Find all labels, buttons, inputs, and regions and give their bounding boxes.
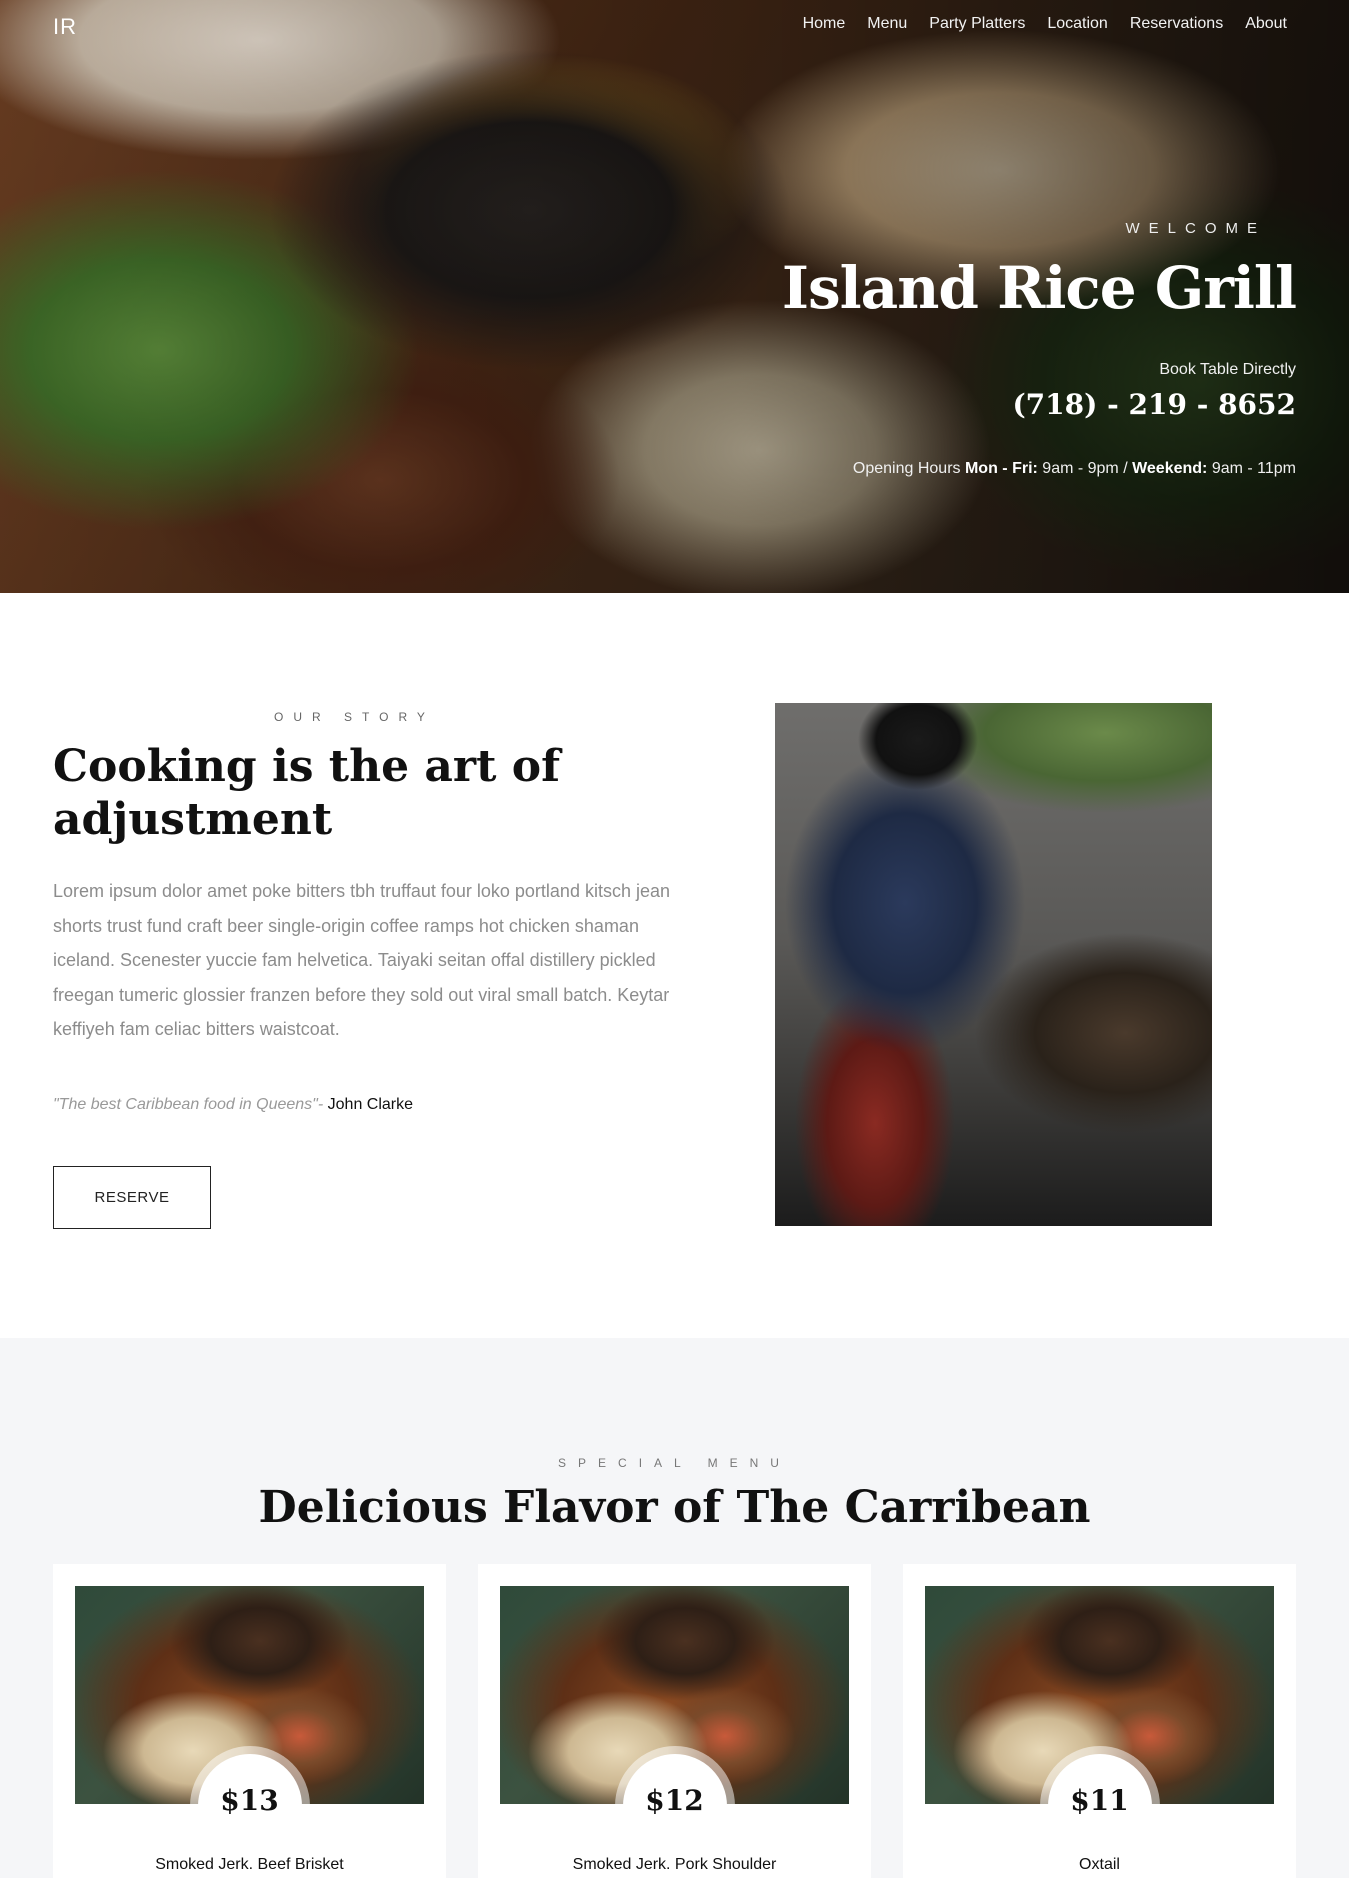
menu-card[interactable]: $11 Oxtail — [903, 1564, 1296, 1878]
main-nav: Home Menu Party Platters Location Reserv… — [803, 15, 1287, 33]
site-title: Island Rice Grill — [781, 254, 1297, 322]
story-body: Lorem ipsum dolor amet poke bitters tbh … — [53, 881, 670, 1039]
phone-number[interactable]: (718) - 219 - 8652 — [1012, 388, 1296, 421]
chef-grilling-photo — [775, 703, 1212, 1226]
nav-about[interactable]: About — [1245, 15, 1287, 33]
menu-card[interactable]: $13 Smoked Jerk. Beef Brisket — [53, 1564, 446, 1878]
reserve-button[interactable]: RESERVE — [53, 1166, 211, 1229]
price-badge: $11 — [1047, 1754, 1152, 1858]
menu-eyebrow: SPECIAL MENU — [558, 1456, 791, 1470]
nav-home[interactable]: Home — [803, 15, 846, 33]
testimonial-quote: "The best Caribbean food in Queens"- Joh… — [53, 1096, 413, 1114]
dish-name: Smoked Jerk. Pork Shoulder — [572, 1856, 777, 1873]
nav-reservations[interactable]: Reservations — [1130, 15, 1223, 33]
weekday-hours: 9am - 9pm / — [1037, 460, 1133, 477]
nav-location[interactable]: Location — [1047, 15, 1108, 33]
quote-separator: - — [317, 1096, 328, 1113]
hero-banner: IR Home Menu Party Platters Location Res… — [0, 0, 1349, 593]
weekday-label: Mon - Fri: — [964, 460, 1038, 477]
dish-name: Oxtail — [1079, 1856, 1120, 1873]
nav-party-platters[interactable]: Party Platters — [929, 15, 1025, 33]
opening-hours: Opening Hours Mon - Fri: 9am - 9pm / Wee… — [853, 460, 1296, 478]
weekend-hours: 9am - 11pm — [1207, 460, 1296, 477]
menu-card[interactable]: $12 Smoked Jerk. Pork Shoulder — [478, 1564, 871, 1878]
quote-text: "The best Caribbean food in Queens" — [53, 1096, 318, 1113]
welcome-eyebrow: WELCOME — [1125, 220, 1266, 237]
weekend-label: Weekend: — [1132, 460, 1208, 477]
menu-title: Delicious Flavor of The Carribean — [258, 1482, 1091, 1533]
price-badge: $13 — [197, 1754, 302, 1858]
book-table-label: Book Table Directly — [1159, 361, 1296, 378]
hours-prefix: Opening Hours — [852, 460, 965, 477]
site-logo[interactable]: IR — [53, 14, 77, 40]
quote-author: John Clarke — [327, 1096, 414, 1113]
story-title: Cooking is the art of adjustment — [53, 741, 561, 845]
price-badge: $12 — [622, 1754, 727, 1858]
story-eyebrow: OUR STORY — [274, 710, 435, 724]
dish-name: Smoked Jerk. Beef Brisket — [155, 1856, 344, 1873]
nav-menu[interactable]: Menu — [867, 15, 907, 33]
